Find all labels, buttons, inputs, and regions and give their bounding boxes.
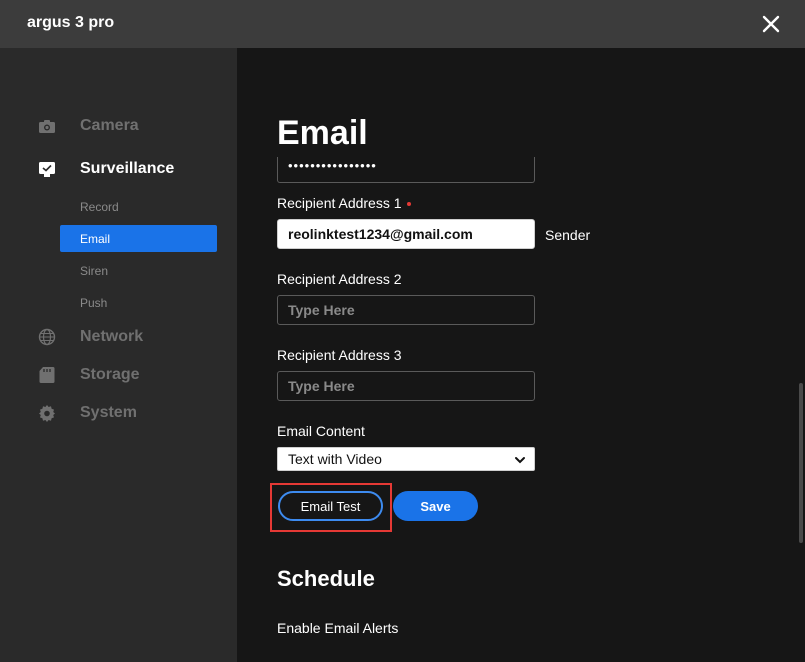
recipient-3-label: Recipient Address 3 (277, 347, 402, 363)
title-bar: argus 3 pro (0, 0, 805, 48)
sidebar-item-label: Camera (80, 117, 139, 134)
page-title: Email (277, 114, 368, 152)
recipient-2-input[interactable] (277, 295, 535, 325)
sidebar-item-surveillance[interactable]: Surveillance (0, 154, 237, 184)
sender-tag: Sender (545, 227, 591, 243)
recipient-3-input[interactable] (277, 371, 535, 401)
sidebar-subitem-push[interactable]: Push (60, 289, 217, 316)
required-dot (406, 202, 411, 207)
gear-icon (39, 405, 55, 422)
sidebar-subitem-email[interactable]: Email (60, 225, 217, 252)
sidebar-subitem-label: Siren (80, 263, 109, 278)
sidebar-item-system[interactable]: System (0, 398, 237, 428)
sidebar-item-storage[interactable]: Storage (0, 360, 237, 390)
sidebar: Camera Surveillance Record Email Siren P… (0, 48, 237, 662)
password-field[interactable]: •••••••••••••••• (277, 157, 535, 183)
recipient-2-label: Recipient Address 2 (277, 271, 402, 287)
sidebar-subitem-label: Email (80, 231, 111, 246)
chevron-down-icon (515, 457, 525, 464)
schedule-heading: Schedule (277, 566, 375, 591)
close-icon[interactable] (758, 11, 784, 37)
sidebar-item-camera[interactable]: Camera (0, 111, 237, 141)
sidebar-subitem-record[interactable]: Record (60, 193, 217, 220)
sidebar-subitem-label: Record (80, 199, 119, 214)
sidebar-subitem-siren[interactable]: Siren (60, 257, 217, 284)
monitor-icon (39, 162, 55, 177)
window-title: argus 3 pro (27, 14, 115, 31)
sidebar-item-label: System (80, 404, 137, 421)
settings-content: Email •••••••••••••••• Recipient Address… (237, 48, 805, 662)
email-content-label: Email Content (277, 423, 365, 439)
recipient-1-label-text: Recipient Address 1 (277, 195, 402, 211)
sidebar-item-label: Storage (80, 366, 140, 383)
recipient-1-label: Recipient Address 1 (277, 195, 411, 211)
email-content-select[interactable]: Text with Video (277, 447, 535, 471)
globe-icon (38, 328, 56, 346)
email-test-button[interactable]: Email Test (278, 491, 383, 521)
sidebar-item-network[interactable]: Network (0, 322, 237, 352)
enable-email-alerts-label: Enable Email Alerts (277, 620, 399, 636)
scrollbar[interactable] (799, 383, 803, 543)
sidebar-subitem-label: Push (80, 295, 108, 310)
email-content-value: Text with Video (288, 451, 382, 467)
recipient-1-input[interactable] (277, 219, 535, 249)
camera-icon (39, 120, 55, 133)
sidebar-item-label: Surveillance (80, 160, 175, 177)
sd-card-icon (39, 367, 55, 383)
save-button[interactable]: Save (393, 491, 478, 521)
settings-window: argus 3 pro Camera Surveillance Record E… (0, 0, 805, 662)
sidebar-item-label: Network (80, 328, 144, 345)
